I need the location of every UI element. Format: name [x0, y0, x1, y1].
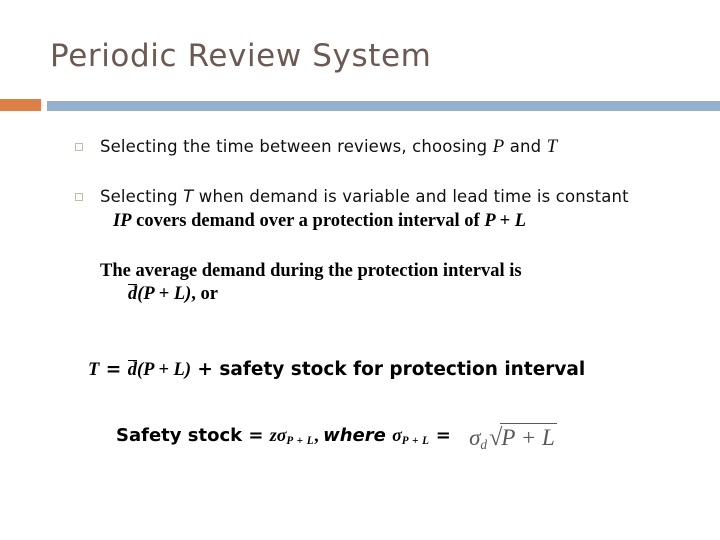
ip-symbol: IP: [113, 211, 132, 231]
bullet-1-symbol-p: P: [492, 136, 505, 157]
z-symbol: z: [269, 425, 277, 445]
slide: Periodic Review System Selecting the tim…: [0, 0, 720, 540]
slide-body: Selecting the time between reviews, choo…: [0, 126, 720, 540]
sigma-subscript-1: P + L: [286, 435, 315, 448]
page-title: Periodic Review System: [50, 38, 432, 74]
eq-sigma-symbol: σ: [469, 425, 481, 450]
bullet-text-2: Selecting T when demand is variable and …: [100, 187, 629, 206]
title-accent-block-orange: [0, 99, 41, 111]
avg-expression: (P + L): [137, 284, 192, 304]
average-demand-line: The average demand during the protection…: [100, 261, 522, 281]
average-demand-expression: d(P + L), or: [128, 284, 720, 305]
sigma-symbol-2: σ: [392, 425, 402, 445]
safety-stock-label: Safety stock =: [116, 425, 270, 446]
d-bar-symbol: d: [128, 284, 138, 304]
list-item: Selecting T when demand is variable and …: [0, 184, 720, 210]
avg-tail-text: , or: [191, 284, 218, 304]
where-text: where: [323, 425, 393, 446]
d-bar-symbol: d: [127, 360, 137, 380]
ss-comma: ,: [314, 425, 324, 445]
radicand: P + L: [500, 423, 557, 450]
bullet-2-text-before: Selecting: [100, 187, 184, 206]
bullet-1-symbol-t: T: [546, 136, 558, 157]
bullet-2-text-mid: when demand is variable and lead time is…: [193, 187, 629, 206]
t-safety-stock-text: + safety stock for protection interval: [190, 359, 586, 380]
bullet-1-text-before: Selecting the time between reviews, choo…: [100, 137, 493, 156]
list-item: Selecting the time between reviews, choo…: [0, 134, 720, 160]
sigma-subscript-2: P + L: [401, 435, 430, 448]
ip-expression: P + L: [484, 211, 527, 231]
t-equals-sign: =: [99, 359, 128, 380]
title-underline-bar-blue: [47, 101, 720, 111]
ip-definition-line: IP covers demand over a protection inter…: [113, 211, 720, 232]
bullet-1-text-mid: and: [504, 137, 547, 156]
bullet-2-symbol-t: T: [183, 187, 194, 206]
t-expression: (P + L): [136, 360, 191, 380]
square-bullet-icon: [75, 193, 83, 201]
sigma-symbol-1: σ: [276, 425, 287, 445]
bullet-text-1: Selecting the time between reviews, choo…: [100, 136, 558, 157]
square-root-icon: √P + L: [487, 423, 557, 452]
ip-body-text: covers demand over a protection interval…: [131, 211, 485, 231]
ss-equals-sign: =: [429, 425, 458, 446]
target-inventory-formula: T = d(P + L) + safety stock for protecti…: [88, 359, 720, 381]
eq-sigma-subscript: d: [480, 437, 488, 452]
square-bullet-icon: [75, 143, 83, 151]
safety-stock-formula: Safety stock = zσP + L, where σP + L = σ…: [116, 423, 720, 453]
sigma-sqrt-equation-object: σd√P + L: [469, 423, 557, 453]
t-symbol: T: [88, 360, 100, 380]
